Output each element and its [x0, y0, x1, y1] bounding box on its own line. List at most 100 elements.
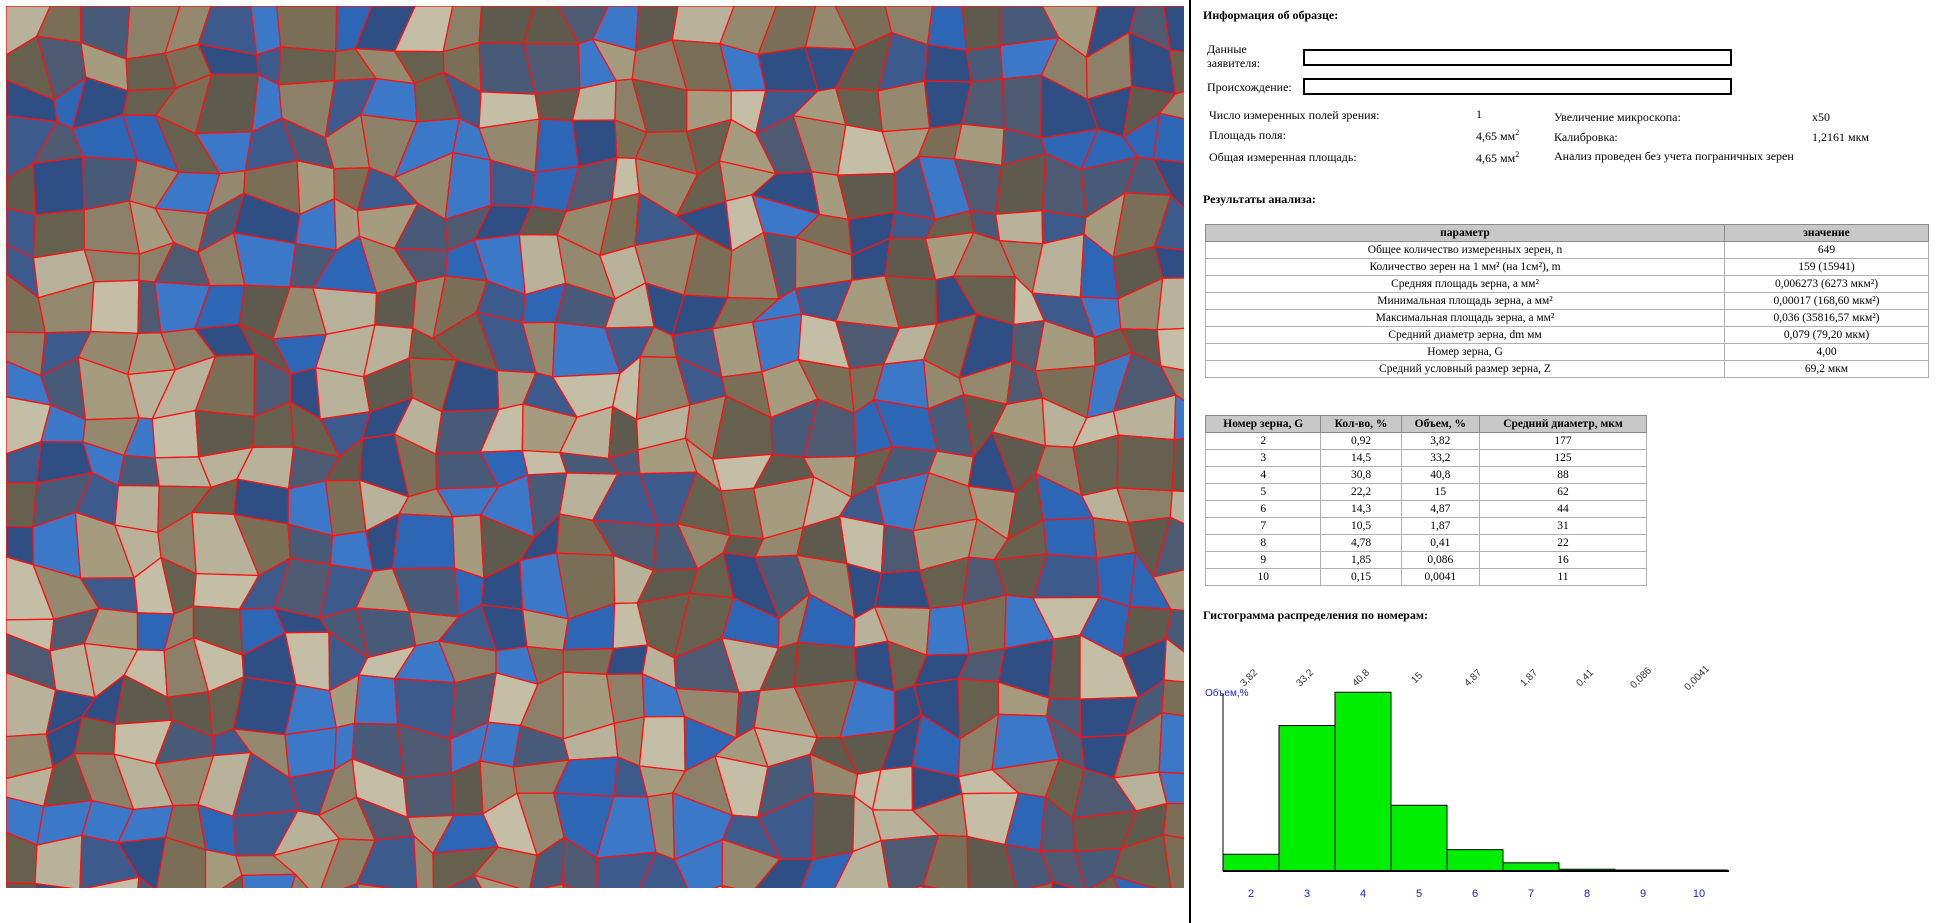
distribution-cell: 0,92 [1320, 432, 1402, 450]
grain [73, 716, 117, 755]
results-value-cell: 0,006273 (6273 мкм²) [1724, 275, 1929, 293]
distribution-cell: 4,78 [1320, 534, 1402, 552]
histogram-value-label: 1,87 [1518, 667, 1540, 689]
distribution-row: 3 14,5 33,2 125 [1204, 449, 1648, 467]
grain [638, 715, 686, 772]
results-param-cell: Максимальная площадь зерна, a мм² [1205, 309, 1725, 327]
distribution-cell: 3,82 [1400, 432, 1480, 450]
grain [151, 409, 200, 459]
grain-boundary-overlay [6, 6, 1184, 888]
distribution-row: 4 30,8 40,8 88 [1204, 466, 1648, 484]
grain [6, 482, 38, 528]
distribution-cell: 11 [1478, 568, 1648, 586]
grain [1158, 712, 1184, 775]
distribution-row: 5 22,2 15 62 [1204, 483, 1648, 501]
results-row: Номер зерна, G 4,00 [1205, 343, 1929, 361]
distribution-cell: 0,086 [1400, 551, 1480, 569]
fields-count-label: Число измеренных полей зрения: [1209, 108, 1380, 122]
grain [250, 6, 282, 56]
field-area-label: Площадь поля: [1209, 128, 1286, 142]
distribution-cell: 40,8 [1400, 466, 1480, 484]
distribution-header-cell: Средний диаметр, мкм [1478, 415, 1648, 433]
grain [611, 157, 641, 201]
histogram-value-label: 40,8 [1350, 667, 1372, 689]
grain [965, 44, 1004, 83]
distribution-cell: 2 [1204, 432, 1322, 450]
grain [961, 6, 1001, 52]
distribution-header-cell: Номер зерна, G [1204, 415, 1322, 433]
field-area-number: 4,65 мм [1476, 129, 1516, 143]
histogram-value-label: 0,41 [1574, 667, 1596, 689]
results-value-cell: 0,036 (35816,57 мкм²) [1724, 309, 1929, 327]
total-area-label: Общая измеренная площадь: [1209, 150, 1357, 164]
applicant-label-line2: заявителя: [1207, 56, 1261, 70]
distribution-cell: 16 [1478, 551, 1648, 569]
grain [276, 6, 338, 53]
results-value-cell: 649 [1724, 241, 1929, 259]
histogram-category-label: 9 [1640, 888, 1646, 900]
grain [1116, 434, 1175, 492]
distribution-header-cell: Объем, % [1400, 415, 1480, 433]
applicant-label: Данные заявителя: [1207, 42, 1260, 70]
grain [278, 46, 337, 86]
results-row: Минимальная площадь зерна, a мм² 0,00017 … [1205, 292, 1929, 310]
distribution-cell: 125 [1478, 449, 1648, 467]
distribution-cell: 1,87 [1400, 517, 1480, 535]
grain [605, 644, 649, 675]
distribution-cell: 4,87 [1400, 500, 1480, 518]
origin-field[interactable] [1303, 78, 1732, 95]
grain [534, 118, 580, 174]
results-row: Средний диаметр зерна, dm мм 0,079 (79,20… [1205, 326, 1929, 344]
results-value-cell: 0,00017 (168,60 мкм²) [1724, 292, 1929, 310]
grain-distribution-table: Номер зерна, G Кол-во, % Объем, % Средний д… [1204, 415, 1648, 586]
results-param-cell: Номер зерна, G [1205, 343, 1725, 361]
grain [1042, 517, 1098, 560]
distribution-cell: 5 [1204, 483, 1322, 501]
histogram-svg: Объем,%3,82 2 33,2 3 40,8 4 15 5 4,87 6 1,87 7 0,41 8… [1205, 663, 1729, 900]
distribution-row: 2 0,92 3,82 177 [1204, 432, 1648, 450]
grain [1173, 393, 1184, 441]
grain [953, 123, 1005, 167]
histogram-category-label: 2 [1248, 888, 1254, 900]
analysis-note: Анализ проведен без учета пограничных зе… [1554, 149, 1794, 163]
histogram-bar [1446, 849, 1504, 872]
grain-cells [6, 6, 1184, 888]
results-param-cell: Средний диаметр зерна, dm мм [1205, 326, 1725, 344]
grain [324, 479, 367, 537]
histogram-bar [1222, 853, 1280, 872]
distribution-cell: 15 [1400, 483, 1480, 501]
results-table-body: Общее количество измеренных зерен, n 649 К… [1205, 241, 1929, 378]
histogram-value-label: 4,87 [1462, 667, 1484, 689]
grain [402, 772, 455, 819]
grain [114, 484, 160, 534]
histogram-ylabel: Объем,% [1205, 687, 1249, 699]
field-area-value: 4,65 мм2 [1476, 128, 1519, 144]
calibration-value: 1,2161 мкм [1812, 130, 1870, 144]
histogram-bar [1278, 725, 1336, 872]
results-col-value: значение [1724, 224, 1929, 242]
results-value-cell: 0,079 (79,20 мкм) [1724, 326, 1929, 344]
distribution-cell: 9 [1204, 551, 1322, 569]
histogram-value-label: 0,086 [1628, 665, 1654, 691]
distribution-cell: 33,2 [1400, 449, 1480, 467]
distribution-cell: 30,8 [1320, 466, 1402, 484]
grain [836, 172, 896, 221]
distribution-cell: 177 [1478, 432, 1648, 450]
grain [353, 674, 399, 726]
grain [117, 454, 160, 487]
distribution-cell: 14,3 [1320, 500, 1402, 518]
histogram-category-label: 8 [1584, 888, 1590, 900]
results-table: параметр значение Общее количество измер… [1205, 224, 1929, 378]
grain [811, 792, 855, 861]
distribution-row: 9 1,85 0,086 16 [1204, 551, 1648, 569]
distribution-cell: 0,15 [1320, 568, 1402, 586]
histogram-category-label: 5 [1416, 888, 1422, 900]
results-param-cell: Средний условный размер зерна, Z [1205, 360, 1725, 378]
distribution-row: 8 4,78 0,41 22 [1204, 534, 1648, 552]
distribution-cell: 31 [1478, 517, 1648, 535]
histogram-value-label: 3,82 [1238, 667, 1260, 689]
calibration-label: Калибровка: [1554, 130, 1618, 144]
sample-info-heading: Информация об образце: [1203, 8, 1339, 22]
distribution-header-row: Номер зерна, G Кол-во, % Объем, % Средний д… [1204, 415, 1648, 433]
applicant-field[interactable] [1303, 49, 1732, 66]
